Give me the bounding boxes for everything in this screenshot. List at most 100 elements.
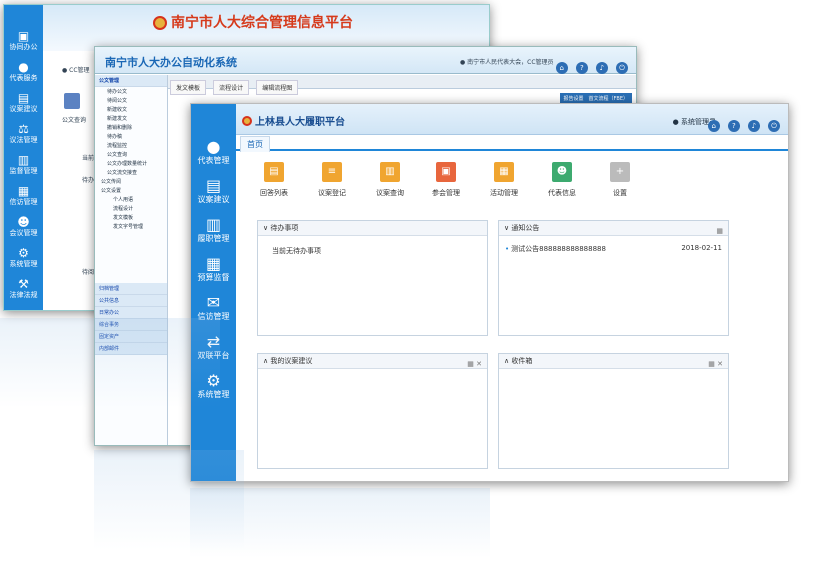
sidebar-item[interactable]: ⚙ 系统管理 — [4, 246, 43, 269]
sidebar-item[interactable]: ▣ 协同办公 — [4, 29, 43, 52]
tree-item[interactable]: 流程监控 — [95, 141, 167, 150]
list-icon: ▤ — [264, 162, 284, 182]
gear-icon: ⚙ — [18, 246, 29, 260]
tree-folder[interactable]: 公文设置 — [95, 186, 167, 195]
current-user: ● CC管理 — [62, 67, 90, 74]
tree-group[interactable]: 归档管理 — [95, 283, 167, 295]
list-item[interactable]: • 测试公告888888888888888 2018-02-11 — [499, 236, 728, 262]
tab-home[interactable]: 首页 — [240, 136, 270, 152]
tree-group[interactable]: 公文管理 — [95, 75, 167, 87]
content-label: 待办 — [82, 177, 95, 184]
document-search-icon[interactable] — [64, 93, 80, 109]
sidebar-item[interactable]: ● 代表管理 — [191, 138, 236, 166]
sound-icon[interactable]: ♪ — [595, 62, 608, 74]
help-icon[interactable]: ? — [727, 120, 740, 132]
panel-inbox: ∧ 收件箱 ▦ ✕ — [498, 353, 729, 469]
header: 上林县人大履职平台 ● 系统管理员 ⌂ ? ♪ ⏻ — [236, 104, 788, 135]
chevron-up-icon[interactable]: ∧ — [263, 357, 268, 365]
bar-chart-icon: ▦ — [205, 254, 222, 273]
tab-bar: 发文模板 流程设计 编辑流程图 — [168, 75, 636, 95]
tree-item[interactable]: 待阅公文 — [95, 96, 167, 105]
home-icon[interactable]: ⌂ — [555, 62, 568, 74]
query-icon: ▥ — [380, 162, 400, 182]
tab[interactable]: 编辑流程图 — [256, 80, 299, 95]
app-title: 上林县人大履职平台 — [242, 113, 345, 128]
home-icon[interactable]: ⌂ — [707, 120, 720, 132]
sidebar-item[interactable]: ▥ 监督管理 — [4, 153, 43, 176]
sidebar-item[interactable]: ⚒ 法律法规 — [4, 277, 43, 300]
gavel-icon: ⚒ — [18, 277, 29, 291]
sound-icon[interactable]: ♪ — [747, 120, 760, 132]
user-icon: ● — [18, 60, 29, 74]
national-emblem-icon — [153, 16, 167, 30]
sidebar-nav: ● 代表管理 ▤ 议案建议 ▥ 履职管理 ▦ 预算监督 ✉ 信访管理 ⇄ 双联平台 ⚙ 系统管… — [191, 104, 236, 481]
tree-item[interactable]: 发文字号管理 — [95, 222, 167, 231]
chart-icon: ▦ — [17, 184, 30, 198]
content-label: 公文查询 — [62, 117, 87, 124]
panel-header: ∧ 我的议案建议 ▦ ✕ — [258, 354, 487, 369]
tree-item[interactable]: 流程设计 — [95, 204, 167, 213]
briefcase-icon: ▣ — [17, 29, 30, 43]
sidebar-item[interactable]: ▤ 议案建议 — [191, 177, 236, 205]
panel-header: ∧ 收件箱 ▦ ✕ — [499, 354, 728, 369]
tab-bar: 首页 — [236, 135, 788, 152]
tree-group[interactable]: 公共信息 — [95, 295, 167, 307]
tab[interactable]: 发文模板 — [170, 80, 207, 95]
grid-icon[interactable]: ▦ — [716, 224, 723, 239]
tree-item[interactable]: 公文查询 — [95, 150, 167, 159]
sidebar-item[interactable]: ● 代表服务 — [4, 60, 43, 83]
sidebar-item[interactable]: ⚖ 议法管理 — [4, 122, 43, 145]
window-duty-platform: ● 代表管理 ▤ 议案建议 ▥ 履职管理 ▦ 预算监督 ✉ 信访管理 ⇄ 双联平台 ⚙ 系统管… — [190, 103, 789, 482]
panel-my-proposals: ∧ 我的议案建议 ▦ ✕ — [257, 353, 488, 469]
quick-action[interactable]: ≡ 议案登记 — [307, 162, 357, 198]
reflection — [190, 488, 490, 558]
meeting-icon: ▣ — [436, 162, 456, 182]
group-icon: ☻ — [17, 215, 30, 229]
sidebar-item[interactable]: ▦ 预算监督 — [191, 255, 236, 283]
tree-item[interactable]: 公文流交接查 — [95, 168, 167, 177]
chevron-down-icon[interactable]: ∨ — [263, 224, 268, 232]
quick-action[interactable]: ▥ 议案查询 — [365, 162, 415, 198]
grid-close-icons[interactable]: ▦ ✕ — [708, 357, 723, 372]
tree-item[interactable]: 新建收文 — [95, 105, 167, 114]
grid-close-icons[interactable]: ▦ ✕ — [467, 357, 482, 372]
document-icon: ▤ — [17, 91, 30, 105]
quick-action[interactable]: ▤ 回答列表 — [249, 162, 299, 198]
mail-icon: ✉ — [206, 293, 221, 312]
quick-action[interactable]: ▣ 参会管理 — [421, 162, 471, 198]
bullet-icon: • — [505, 245, 510, 253]
chevron-down-icon[interactable]: ∨ — [504, 224, 509, 232]
help-icon[interactable]: ? — [575, 62, 588, 74]
header: 南宁市人大综合管理信息平台 — [43, 5, 489, 51]
chevron-up-icon[interactable]: ∧ — [504, 357, 509, 365]
user-icon: ● — [206, 137, 221, 156]
tree-item[interactable]: 新建发文 — [95, 114, 167, 123]
book-icon: ▥ — [205, 215, 222, 234]
tab[interactable]: 流程设计 — [213, 80, 250, 95]
activity-icon: ▦ — [494, 162, 514, 182]
quick-action[interactable]: ▦ 活动管理 — [479, 162, 529, 198]
sidebar-item[interactable]: ▤ 议案建议 — [4, 91, 43, 114]
reflection — [0, 318, 220, 408]
panel-header: ∨ 待办事项 — [258, 221, 487, 236]
tree-folder[interactable]: 公文传阅 — [95, 177, 167, 186]
current-user: ● 南宁市人民代表大会，CC管理员 — [460, 59, 554, 66]
tree-item[interactable]: 待办稿 — [95, 132, 167, 141]
clipboard-icon: ▥ — [17, 153, 30, 167]
register-icon: ≡ — [322, 162, 342, 182]
tree-item[interactable]: 个人用语 — [95, 195, 167, 204]
power-icon[interactable]: ⏻ — [768, 120, 780, 132]
app-title: 南宁市人大综合管理信息平台 — [153, 12, 353, 32]
sidebar-item[interactable]: ▦ 信访管理 — [4, 184, 43, 207]
quick-action[interactable]: + 设置 — [595, 162, 645, 198]
sidebar-item[interactable]: ☻ 会议管理 — [4, 215, 43, 238]
quick-action[interactable]: ☻ 代表信息 — [537, 162, 587, 198]
tree-item[interactable]: 撤销和删除 — [95, 123, 167, 132]
tree-item[interactable]: 待办公文 — [95, 87, 167, 96]
panel-todo: ∨ 待办事项 当前无待办事项 — [257, 220, 488, 336]
tree-item[interactable]: 公文办理数量统计 — [95, 159, 167, 168]
tree-item[interactable]: 发文模板 — [95, 213, 167, 222]
document-icon: ▤ — [205, 176, 222, 195]
power-icon[interactable]: ⏻ — [616, 62, 628, 74]
sidebar-item[interactable]: ▥ 履职管理 — [191, 216, 236, 244]
